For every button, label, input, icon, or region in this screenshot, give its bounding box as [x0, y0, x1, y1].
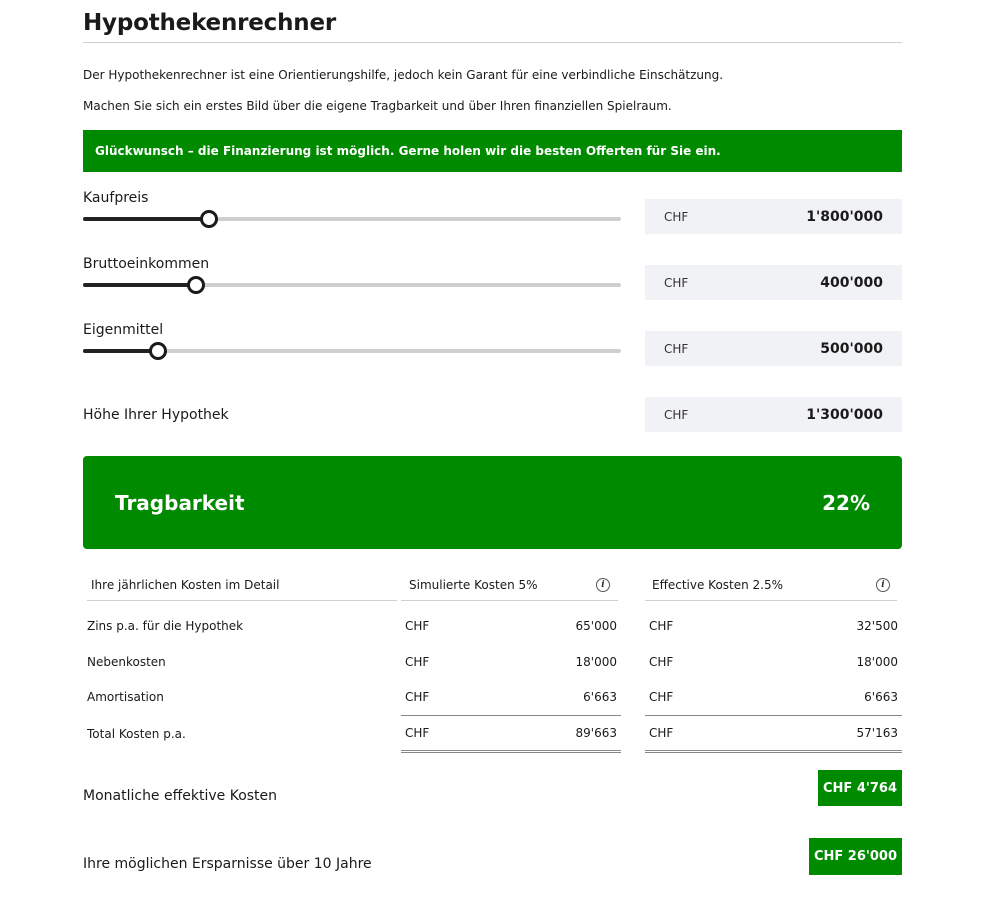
effective-total-double-rule [645, 750, 902, 753]
savings-value: CHF 26'000 [809, 838, 902, 875]
cost-total-sim-currency: CHF [405, 726, 430, 740]
effective-costs-header: Effective Kosten 2.5% [652, 578, 784, 592]
bruttoeinkommen-value: 400'000 [820, 274, 883, 291]
cost-row-sim-currency: CHF [405, 655, 430, 669]
hypothek-value: 1'300'000 [806, 406, 883, 423]
kaufpreis-slider-fill [83, 217, 208, 221]
cost-row-sim-value: 65'000 [575, 619, 617, 633]
tragbarkeit-panel: Tragbarkeit 22% [83, 456, 902, 549]
kaufpreis-value: 1'800'000 [806, 208, 883, 225]
eigenmittel-slider-thumb[interactable] [149, 342, 167, 360]
cost-row-eff-currency: CHF [649, 655, 674, 669]
eigenmittel-value: 500'000 [820, 340, 883, 357]
costs-header-divider [87, 600, 397, 601]
cost-row-eff-value: 32'500 [856, 619, 898, 633]
hypothek-label: Höhe Ihrer Hypothek [83, 407, 229, 423]
cost-row-label: Zins p.a. für die Hypothek [87, 619, 244, 633]
savings-label: Ihre möglichen Ersparnisse über 10 Jahre [83, 856, 372, 872]
simulated-header-divider [401, 600, 618, 601]
cost-row-sim-value: 6'663 [583, 690, 617, 704]
eigenmittel-value-box[interactable]: CHF 500'000 [645, 331, 902, 366]
tragbarkeit-value: 22% [822, 490, 870, 515]
kaufpreis-currency: CHF [664, 209, 689, 224]
hypothek-value-box: CHF 1'300'000 [645, 397, 902, 432]
bruttoeinkommen-slider-thumb[interactable] [187, 276, 205, 294]
cost-total-eff-value: 57'163 [856, 726, 898, 740]
cost-total-eff-currency: CHF [649, 726, 674, 740]
cost-row-eff-currency: CHF [649, 619, 674, 633]
info-icon[interactable]: i [596, 578, 610, 592]
bruttoeinkommen-slider-fill [83, 283, 195, 287]
page-title: Hypothekenrechner [83, 10, 336, 36]
eigenmittel-slider-fill [83, 349, 157, 353]
cost-row-eff-value: 6'663 [864, 690, 898, 704]
cost-row-sim-currency: CHF [405, 690, 430, 704]
tragbarkeit-label: Tragbarkeit [115, 490, 245, 515]
intro-text-2: Machen Sie sich ein erstes Bild über die… [83, 99, 672, 113]
cost-total-sim-value: 89'663 [575, 726, 617, 740]
eigenmittel-label: Eigenmittel [83, 322, 164, 338]
effective-header-divider [645, 600, 897, 601]
intro-text-1: Der Hypothekenrechner ist eine Orientier… [83, 68, 724, 82]
cost-row-eff-value: 18'000 [856, 655, 898, 669]
monthly-costs-label: Monatliche effektive Kosten [83, 788, 278, 804]
cost-row-sim-value: 18'000 [575, 655, 617, 669]
simulated-sum-divider [401, 715, 621, 716]
bruttoeinkommen-value-box[interactable]: CHF 400'000 [645, 265, 902, 300]
cost-total-label: Total Kosten p.a. [87, 727, 186, 741]
eigenmittel-currency: CHF [664, 341, 689, 356]
success-banner: Glückwunsch – die Finanzierung ist mögli… [83, 130, 902, 172]
hypothek-currency: CHF [664, 407, 689, 422]
kaufpreis-value-box[interactable]: CHF 1'800'000 [645, 199, 902, 234]
kaufpreis-slider-thumb[interactable] [200, 210, 218, 228]
simulated-total-double-rule [401, 750, 621, 753]
success-banner-text: Glückwunsch – die Finanzierung ist mögli… [95, 144, 721, 158]
simulated-costs-header: Simulierte Kosten 5% [409, 578, 538, 592]
eigenmittel-slider[interactable] [83, 342, 621, 360]
monthly-costs-value: CHF 4'764 [818, 770, 902, 806]
bruttoeinkommen-currency: CHF [664, 275, 689, 290]
cost-row-label: Nebenkosten [87, 655, 166, 669]
cost-row-label: Amortisation [87, 690, 164, 704]
info-icon[interactable]: i [876, 578, 890, 592]
kaufpreis-label: Kaufpreis [83, 190, 149, 206]
effective-sum-divider [645, 715, 902, 716]
title-divider [83, 42, 902, 43]
costs-header-label: Ihre jährlichen Kosten im Detail [91, 578, 280, 592]
bruttoeinkommen-label: Bruttoeinkommen [83, 256, 210, 272]
bruttoeinkommen-slider[interactable] [83, 276, 621, 294]
cost-row-eff-currency: CHF [649, 690, 674, 704]
kaufpreis-slider[interactable] [83, 210, 621, 228]
cost-row-sim-currency: CHF [405, 619, 430, 633]
